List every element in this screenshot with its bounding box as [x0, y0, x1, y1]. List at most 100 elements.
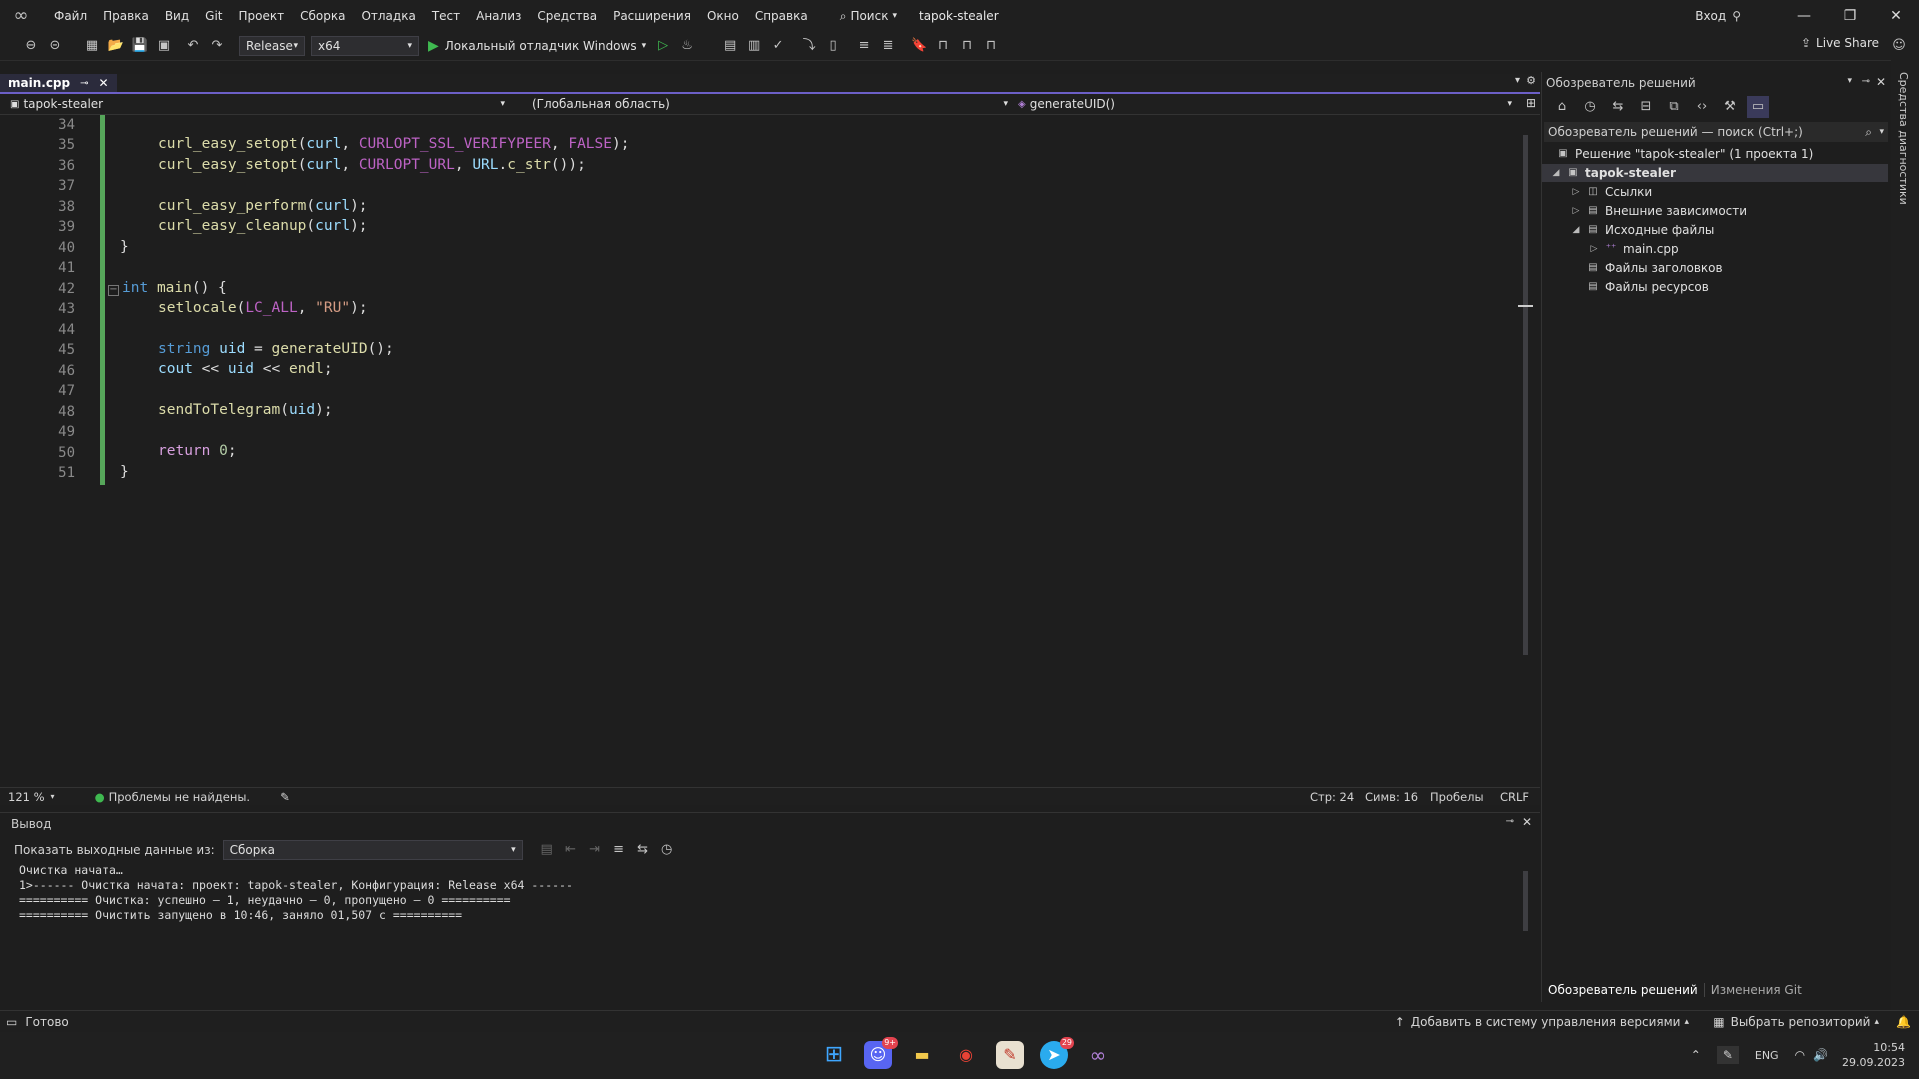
- layout-icon[interactable]: ▥: [743, 35, 765, 57]
- collapsed-arrow-icon[interactable]: ▷: [1570, 187, 1582, 197]
- expanded-arrow-icon[interactable]: ◢: [1570, 225, 1582, 235]
- tree-references[interactable]: ▷ ◫ Ссылки: [1570, 183, 1653, 201]
- chrome-icon[interactable]: ◉: [952, 1041, 980, 1069]
- platform-select[interactable]: x64 ▾: [311, 36, 419, 56]
- find-icon[interactable]: ▤: [536, 839, 558, 861]
- menu-debug[interactable]: Отладка: [353, 0, 423, 32]
- menu-build[interactable]: Сборка: [292, 0, 353, 32]
- next-message-icon[interactable]: ⇥: [584, 839, 606, 861]
- paint-icon[interactable]: ✎: [996, 1041, 1024, 1069]
- menu-file[interactable]: Файл: [46, 0, 95, 32]
- pen-icon[interactable]: ✎: [1716, 1046, 1739, 1064]
- spellcheck-icon[interactable]: ✓: [767, 35, 789, 57]
- restore-icon[interactable]: ❐: [1827, 0, 1873, 32]
- file-explorer-icon[interactable]: ▬: [908, 1041, 936, 1069]
- volume-icon[interactable]: 🔊: [1813, 1048, 1828, 1062]
- pin-icon[interactable]: ⊸: [1862, 76, 1870, 87]
- history-icon[interactable]: ◷: [1579, 96, 1601, 118]
- prev-bookmark-icon[interactable]: ⊓: [932, 35, 954, 57]
- clear-all-icon[interactable]: ≡: [608, 839, 630, 861]
- tab-list-icon[interactable]: ▾: [1515, 75, 1520, 86]
- tree-main-cpp[interactable]: ▷ ⁺⁺ main.cpp: [1588, 240, 1679, 258]
- split-icon[interactable]: ⊞: [1526, 96, 1536, 110]
- collapsed-arrow-icon[interactable]: ▷: [1570, 206, 1582, 216]
- sync-icon[interactable]: ⇆: [1607, 96, 1629, 118]
- back-icon[interactable]: ⊖: [20, 35, 42, 57]
- menu-analyze[interactable]: Анализ: [468, 0, 529, 32]
- output-vertical-scrollbar[interactable]: [1518, 857, 1533, 985]
- home-icon[interactable]: ⌂: [1551, 96, 1573, 118]
- tab-main-cpp[interactable]: main.cpp ⊸ ✕: [0, 74, 117, 92]
- menu-view[interactable]: Вид: [157, 0, 197, 32]
- project-scope-select[interactable]: ▣ tapok-stealer ▾: [10, 96, 505, 112]
- zoom-level[interactable]: 121 %: [8, 790, 45, 804]
- save-all-icon[interactable]: ▣: [153, 35, 175, 57]
- pin-icon[interactable]: ⊸: [1506, 816, 1514, 827]
- editor-vertical-scrollbar[interactable]: [1518, 115, 1533, 781]
- start-without-debug-icon[interactable]: ▷: [652, 35, 674, 57]
- select-repository-button[interactable]: ▦ Выбрать репозиторий ▴: [1713, 1015, 1879, 1029]
- undo-icon[interactable]: ↶: [182, 35, 204, 57]
- gear-icon[interactable]: ⚙: [1526, 74, 1536, 87]
- code-view-icon[interactable]: ‹›: [1691, 96, 1713, 118]
- notifications-icon[interactable]: 🔔: [1896, 1015, 1911, 1029]
- preview-icon[interactable]: ▭: [1747, 96, 1769, 118]
- configuration-select[interactable]: Release ▾: [239, 36, 305, 56]
- next-bookmark-icon[interactable]: ⊓: [956, 35, 978, 57]
- feedback-icon[interactable]: ☺: [1888, 35, 1910, 57]
- telegram-icon[interactable]: ➤ 29: [1040, 1037, 1074, 1069]
- menu-project[interactable]: Проект: [231, 0, 293, 32]
- output-source-select[interactable]: Сборка ▾: [222, 840, 523, 860]
- uncomment-icon[interactable]: ≣: [877, 35, 899, 57]
- menu-test[interactable]: Тест: [424, 0, 468, 32]
- tree-solution[interactable]: ▣ Решение "tapok-stealer" (1 проекта 1): [1556, 145, 1813, 163]
- forward-icon[interactable]: ⊝: [44, 35, 66, 57]
- breakpoint-icon[interactable]: ▯: [822, 35, 844, 57]
- clock-icon[interactable]: ◷: [656, 839, 678, 861]
- code-editor[interactable]: 34 35 36 37 38 39 40 41 42 43 44 45 46 4…: [0, 115, 1533, 781]
- collapse-icon[interactable]: −: [108, 285, 119, 296]
- expanded-arrow-icon[interactable]: ◢: [1550, 168, 1562, 178]
- account-icon[interactable]: ⚲: [1732, 9, 1741, 23]
- tree-external-deps[interactable]: ▷ ▤ Внешние зависимости: [1570, 202, 1748, 220]
- collapse-all-icon[interactable]: ⊟: [1635, 96, 1657, 118]
- close-icon[interactable]: ✕: [1522, 815, 1532, 829]
- language-indicator[interactable]: ENG: [1755, 1049, 1779, 1062]
- menu-tools[interactable]: Средства: [529, 0, 605, 32]
- issues-status[interactable]: Проблемы не найдены.: [109, 790, 250, 804]
- chevron-down-icon[interactable]: ▾: [1847, 76, 1852, 86]
- chevron-up-icon[interactable]: ⌃: [1691, 1048, 1701, 1062]
- menu-git[interactable]: Git: [197, 0, 230, 32]
- open-folder-icon[interactable]: 📂: [105, 35, 127, 57]
- new-item-icon[interactable]: ▦: [81, 35, 103, 57]
- tab-git-changes[interactable]: Изменения Git: [1703, 983, 1808, 997]
- comment-icon[interactable]: ≡: [853, 35, 875, 57]
- collapsed-arrow-icon[interactable]: ▷: [1588, 244, 1600, 254]
- global-search[interactable]: ⌕ Поиск ▾: [832, 9, 905, 24]
- close-icon[interactable]: ✕: [1876, 75, 1886, 89]
- tree-header-files[interactable]: ▤ Файлы заголовков: [1586, 259, 1722, 277]
- member-select[interactable]: ◈ generateUID() ▾: [1018, 96, 1512, 112]
- close-icon[interactable]: ✕: [99, 76, 109, 90]
- solution-search-input[interactable]: Обозреватель решений — поиск (Ctrl+;) ⌕ …: [1544, 122, 1888, 142]
- whitespace-mode[interactable]: Пробелы: [1430, 790, 1484, 804]
- output-horizontal-scrollbar[interactable]: [10, 990, 1515, 1000]
- diagnostic-tools-strip[interactable]: Средства диагностики: [1891, 60, 1919, 1015]
- menu-window[interactable]: Окно: [699, 0, 747, 32]
- tree-project[interactable]: ◢ ▣ tapok-stealer: [1542, 164, 1888, 182]
- menu-extensions[interactable]: Расширения: [605, 0, 699, 32]
- pin-icon[interactable]: ⊸: [80, 78, 88, 89]
- show-all-files-icon[interactable]: ⧉: [1663, 96, 1685, 118]
- add-to-source-control-button[interactable]: ↑ Добавить в систему управления версиями…: [1395, 1015, 1689, 1029]
- save-icon[interactable]: 💾: [129, 35, 151, 57]
- word-wrap-icon[interactable]: ⇆: [632, 839, 654, 861]
- wifi-icon[interactable]: ◠: [1795, 1048, 1805, 1062]
- hot-reload-icon[interactable]: ♨: [676, 35, 698, 57]
- sign-in-link[interactable]: Вход: [1695, 9, 1726, 23]
- visual-studio-icon[interactable]: ∞: [1084, 1041, 1112, 1069]
- line-endings[interactable]: CRLF: [1500, 790, 1529, 804]
- tree-resource-files[interactable]: ▤ Файлы ресурсов: [1586, 278, 1709, 296]
- global-scope-select[interactable]: (Глобальная область) ▾: [532, 96, 1008, 112]
- prev-message-icon[interactable]: ⇤: [560, 839, 582, 861]
- clear-bookmarks-icon[interactable]: ⊓: [980, 35, 1002, 57]
